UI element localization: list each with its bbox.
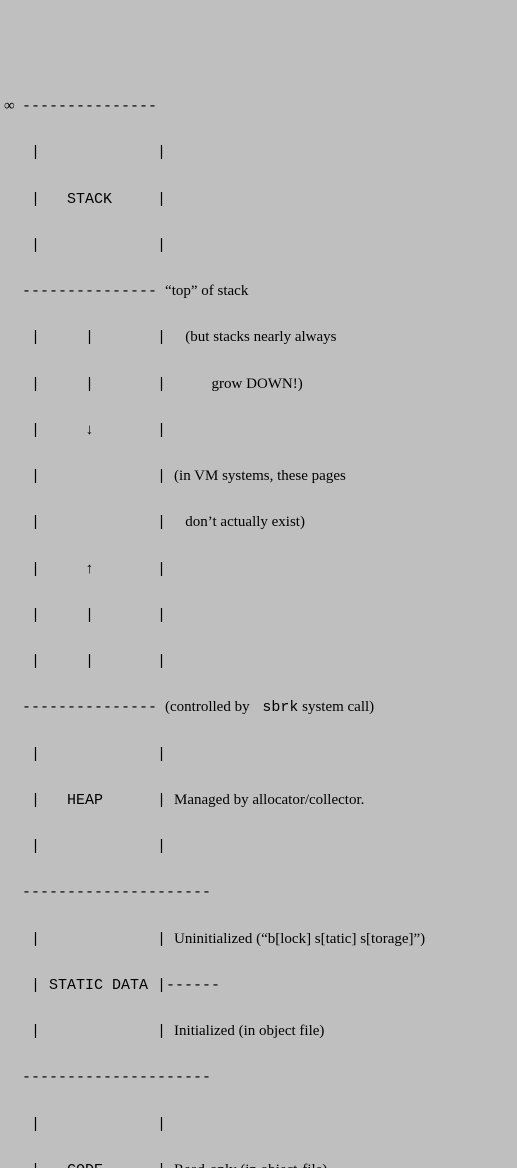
note-allocator: Managed by allocator/collector. — [174, 789, 364, 812]
ascii-22: | | — [22, 1113, 166, 1136]
ascii-0: --------------- — [22, 95, 157, 118]
row-18: | | Uninitialized (“b[lock] s[tatic] s[to… — [4, 928, 513, 951]
ascii-16: | | — [22, 835, 166, 858]
ascii-static-data: | STATIC DATA |------ — [22, 974, 220, 997]
ascii-20: | | — [22, 1020, 166, 1043]
row-1: | | — [4, 141, 513, 164]
ascii-21: --------------------- — [22, 1066, 211, 1089]
row-15: | HEAP | Managed by allocator/collector. — [4, 789, 513, 812]
note-grow-down: grow DOWN!) — [174, 373, 303, 396]
ascii-8: | | — [22, 465, 166, 488]
ascii-6: | | | — [22, 373, 166, 396]
row-9: | | don’t actually exist) — [4, 511, 513, 534]
row-10: | ↑ | — [4, 558, 513, 581]
row-13: --------------- (controlled by sbrk syste… — [4, 696, 513, 719]
row-2: | STACK | — [4, 188, 513, 211]
row-23: | CODE | Read-only (in object-file) — [4, 1159, 513, 1168]
row-7: | ↓ | — [4, 419, 513, 442]
note-dont-exist: don’t actually exist) — [174, 511, 305, 534]
row-19: | STATIC DATA |------ — [4, 974, 513, 997]
row-20: | | Initialized (in object file) — [4, 1020, 513, 1043]
note-vm-systems: (in VM systems, these pages — [174, 465, 346, 488]
ascii-12: | | | — [22, 650, 166, 673]
row-14: | | — [4, 743, 513, 766]
row-21: --------------------- — [4, 1066, 513, 1089]
sbrk-code: sbrk — [253, 699, 298, 716]
row-22: | | — [4, 1113, 513, 1136]
infinity-symbol: ∞ — [4, 95, 22, 118]
ascii-4: --------------- — [22, 280, 157, 303]
ascii-18: | | — [22, 928, 166, 951]
row-6: | | | grow DOWN!) — [4, 373, 513, 396]
ascii-down-arrow: | ↓ | — [22, 419, 166, 442]
ascii-13: --------------- — [22, 696, 157, 719]
ascii-11: | | | — [22, 604, 166, 627]
row-8: | | (in VM systems, these pages — [4, 465, 513, 488]
row-12: | | | — [4, 650, 513, 673]
row-4: --------------- “top” of stack — [4, 280, 513, 303]
ascii-stack: | STACK | — [22, 188, 166, 211]
row-11: | | | — [4, 604, 513, 627]
ascii-code: | CODE | — [22, 1159, 166, 1168]
ascii-1: | | — [22, 141, 166, 164]
row-17: --------------------- — [4, 881, 513, 904]
ascii-3: | | — [22, 234, 166, 257]
row-3: | | — [4, 234, 513, 257]
row-16: | | — [4, 835, 513, 858]
row-5: | | | (but stacks nearly always — [4, 326, 513, 349]
note-top-of-stack: “top” of stack — [165, 280, 248, 303]
ascii-up-arrow: | ↑ | — [22, 558, 166, 581]
ascii-9: | | — [22, 511, 166, 534]
note-sbrk: (controlled by sbrk system call) — [165, 696, 374, 719]
ascii-heap: | HEAP | — [22, 789, 166, 812]
row-0: ∞--------------- — [4, 95, 513, 118]
note-initialized: Initialized (in object file) — [174, 1020, 324, 1043]
ascii-17: --------------------- — [22, 881, 211, 904]
note-but-stacks: (but stacks nearly always — [174, 326, 336, 349]
note-bss: Uninitialized (“b[lock] s[tatic] s[torag… — [174, 928, 425, 951]
ascii-14: | | — [22, 743, 166, 766]
ascii-5: | | | — [22, 326, 166, 349]
note-readonly: Read-only (in object-file) — [174, 1159, 327, 1168]
